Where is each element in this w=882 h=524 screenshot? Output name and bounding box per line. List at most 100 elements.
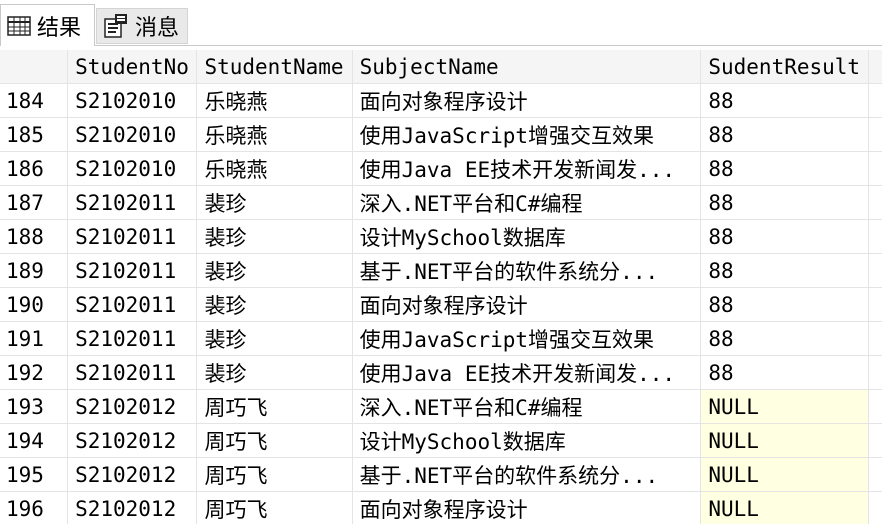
table-row[interactable]: 186 S2102010 乐晓燕 使用Java EE技术开发新闻发... 88 <box>0 151 882 186</box>
cell-sudentresult[interactable]: NULL <box>700 389 869 424</box>
table-row[interactable]: 192 S2102011 裴珍 使用Java EE技术开发新闻发... 88 <box>0 355 882 390</box>
cell-studentno[interactable]: S2102012 <box>67 423 198 458</box>
cell-studentno[interactable]: S2102011 <box>67 321 198 356</box>
cell-subjectname[interactable]: 使用Java EE技术开发新闻发... <box>352 355 702 390</box>
row-number[interactable]: 191 <box>0 321 69 356</box>
cell-studentno[interactable]: S2102010 <box>67 83 198 118</box>
cell-subjectname[interactable]: 使用JavaScript增强交互效果 <box>352 321 702 356</box>
cell-studentname[interactable]: 裴珍 <box>196 185 353 220</box>
row-filler <box>868 151 882 186</box>
cell-subjectname[interactable]: 使用JavaScript增强交互效果 <box>352 117 702 152</box>
cell-sudentresult[interactable]: 88 <box>700 321 869 356</box>
row-filler <box>868 457 882 492</box>
row-number[interactable]: 188 <box>0 219 69 254</box>
cell-sudentresult[interactable]: NULL <box>700 457 869 492</box>
cell-studentno[interactable]: S2102012 <box>67 457 198 492</box>
cell-subjectname[interactable]: 面向对象程序设计 <box>352 83 702 118</box>
row-filler <box>868 491 882 524</box>
table-row[interactable]: 188 S2102011 裴珍 设计MySchool数据库 88 <box>0 219 882 254</box>
row-filler <box>868 287 882 322</box>
table-row[interactable]: 195 S2102012 周巧飞 基于.NET平台的软件系统分... NULL <box>0 457 882 492</box>
table-row[interactable]: 184 S2102010 乐晓燕 面向对象程序设计 88 <box>0 83 882 118</box>
cell-subjectname[interactable]: 使用Java EE技术开发新闻发... <box>352 151 702 186</box>
cell-sudentresult[interactable]: 88 <box>700 355 869 390</box>
row-number[interactable]: 187 <box>0 185 69 220</box>
cell-sudentresult[interactable]: 88 <box>700 83 869 118</box>
cell-sudentresult[interactable]: 88 <box>700 219 869 254</box>
cell-sudentresult[interactable]: 88 <box>700 253 869 288</box>
row-number[interactable]: 186 <box>0 151 69 186</box>
cell-studentname[interactable]: 周巧飞 <box>196 491 353 524</box>
cell-sudentresult[interactable]: NULL <box>700 423 869 458</box>
column-header-studentno[interactable]: StudentNo <box>67 50 198 84</box>
column-header-subjectname[interactable]: SubjectName <box>352 50 702 84</box>
row-number[interactable]: 196 <box>0 491 69 524</box>
cell-subjectname[interactable]: 设计MySchool数据库 <box>352 219 702 254</box>
cell-subjectname[interactable]: 基于.NET平台的软件系统分... <box>352 253 702 288</box>
tab-results[interactable]: 结果 <box>0 4 95 46</box>
table-row[interactable]: 187 S2102011 裴珍 深入.NET平台和C#编程 88 <box>0 185 882 220</box>
row-filler <box>868 83 882 118</box>
column-header-sudentresult[interactable]: SudentResult <box>700 50 869 84</box>
cell-subjectname[interactable]: 基于.NET平台的软件系统分... <box>352 457 702 492</box>
cell-studentno[interactable]: S2102011 <box>67 355 198 390</box>
table-row[interactable]: 190 S2102011 裴珍 面向对象程序设计 88 <box>0 287 882 322</box>
cell-studentname[interactable]: 乐晓燕 <box>196 117 353 152</box>
cell-studentname[interactable]: 乐晓燕 <box>196 151 353 186</box>
header-filler <box>868 50 882 84</box>
cell-studentname[interactable]: 裴珍 <box>196 219 353 254</box>
row-number[interactable]: 195 <box>0 457 69 492</box>
row-number-header[interactable] <box>0 50 69 84</box>
cell-studentname[interactable]: 周巧飞 <box>196 423 353 458</box>
cell-studentno[interactable]: S2102010 <box>67 151 198 186</box>
table-row[interactable]: 194 S2102012 周巧飞 设计MySchool数据库 NULL <box>0 423 882 458</box>
table-row[interactable]: 191 S2102011 裴珍 使用JavaScript增强交互效果 88 <box>0 321 882 356</box>
cell-studentno[interactable]: S2102012 <box>67 389 198 424</box>
row-number[interactable]: 193 <box>0 389 69 424</box>
cell-sudentresult[interactable]: 88 <box>700 151 869 186</box>
row-number[interactable]: 192 <box>0 355 69 390</box>
row-filler <box>868 185 882 220</box>
row-number[interactable]: 194 <box>0 423 69 458</box>
results-table: StudentNo StudentName SubjectName Sudent… <box>0 50 882 524</box>
cell-sudentresult[interactable]: NULL <box>700 491 869 524</box>
row-filler <box>868 219 882 254</box>
row-number[interactable]: 190 <box>0 287 69 322</box>
cell-studentno[interactable]: S2102010 <box>67 117 198 152</box>
table-row[interactable]: 189 S2102011 裴珍 基于.NET平台的软件系统分... 88 <box>0 253 882 288</box>
cell-studentno[interactable]: S2102011 <box>67 287 198 322</box>
cell-subjectname[interactable]: 面向对象程序设计 <box>352 491 702 524</box>
cell-subjectname[interactable]: 设计MySchool数据库 <box>352 423 702 458</box>
row-number[interactable]: 185 <box>0 117 69 152</box>
cell-studentno[interactable]: S2102011 <box>67 219 198 254</box>
cell-studentname[interactable]: 裴珍 <box>196 321 353 356</box>
results-grid[interactable]: StudentNo StudentName SubjectName Sudent… <box>0 50 882 524</box>
cell-studentname[interactable]: 裴珍 <box>196 355 353 390</box>
cell-subjectname[interactable]: 深入.NET平台和C#编程 <box>352 185 702 220</box>
row-filler <box>868 423 882 458</box>
grid-icon <box>7 15 31 36</box>
table-row[interactable]: 185 S2102010 乐晓燕 使用JavaScript增强交互效果 88 <box>0 117 882 152</box>
column-header-studentname[interactable]: StudentName <box>196 50 353 84</box>
cell-sudentresult[interactable]: 88 <box>700 287 869 322</box>
cell-subjectname[interactable]: 面向对象程序设计 <box>352 287 702 322</box>
cell-studentno[interactable]: S2102012 <box>67 491 198 524</box>
cell-studentname[interactable]: 周巧飞 <box>196 457 353 492</box>
row-number[interactable]: 184 <box>0 83 69 118</box>
table-row[interactable]: 196 S2102012 周巧飞 面向对象程序设计 NULL <box>0 491 882 524</box>
cell-studentname[interactable]: 周巧飞 <box>196 389 353 424</box>
cell-studentname[interactable]: 裴珍 <box>196 253 353 288</box>
table-row[interactable]: 193 S2102012 周巧飞 深入.NET平台和C#编程 NULL <box>0 389 882 424</box>
row-number[interactable]: 189 <box>0 253 69 288</box>
cell-studentno[interactable]: S2102011 <box>67 185 198 220</box>
cell-sudentresult[interactable]: 88 <box>700 185 869 220</box>
tab-messages-label: 消息 <box>135 16 180 41</box>
cell-studentname[interactable]: 乐晓燕 <box>196 83 353 118</box>
cell-subjectname[interactable]: 深入.NET平台和C#编程 <box>352 389 702 424</box>
cell-studentno[interactable]: S2102011 <box>67 253 198 288</box>
messages-icon <box>103 13 129 39</box>
tab-messages[interactable]: 消息 <box>96 8 188 44</box>
cell-studentname[interactable]: 裴珍 <box>196 287 353 322</box>
cell-sudentresult[interactable]: 88 <box>700 117 869 152</box>
row-filler <box>868 389 882 424</box>
